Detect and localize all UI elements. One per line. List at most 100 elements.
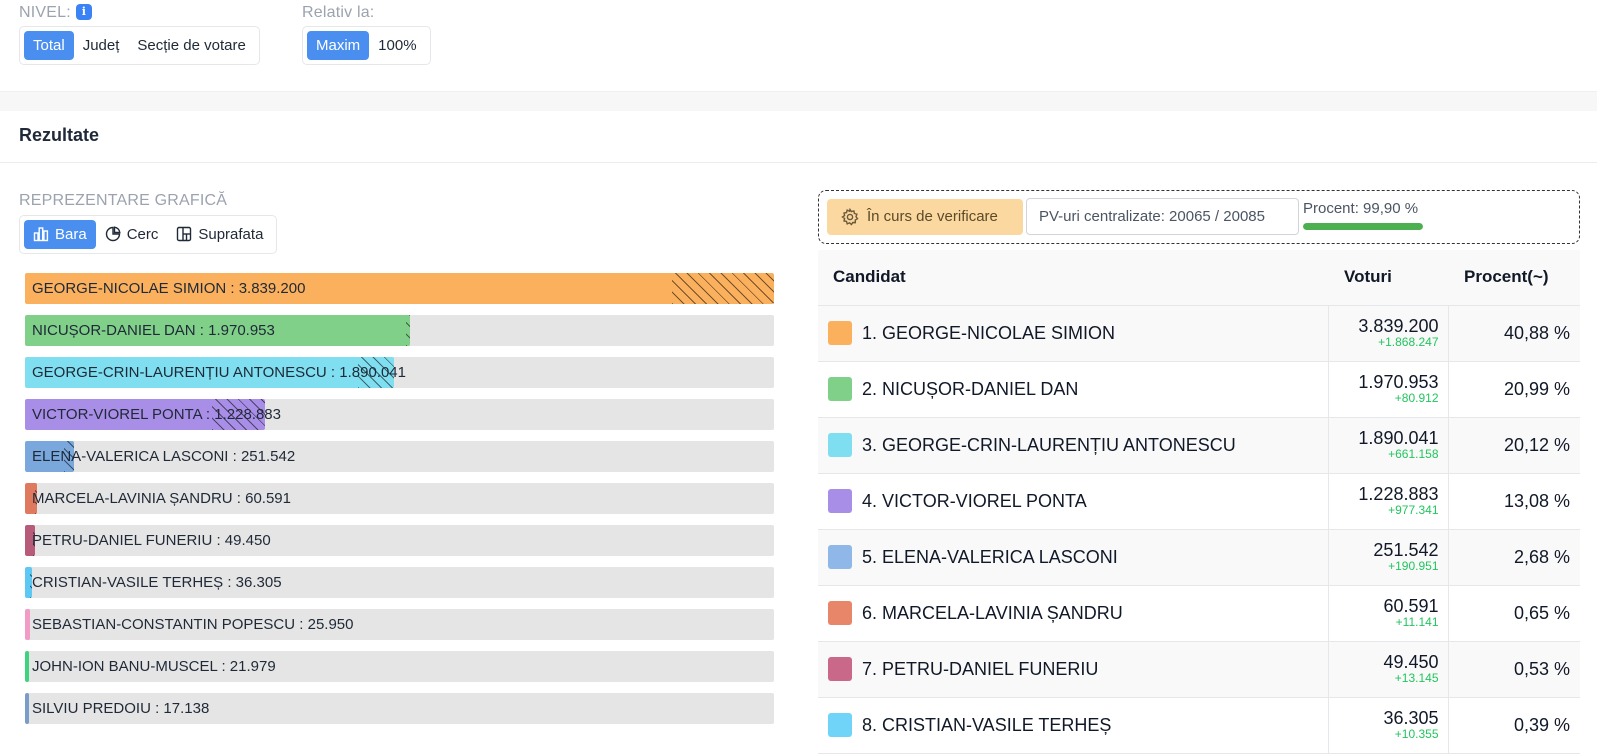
relativ-selector: Maxim 100% bbox=[302, 26, 431, 65]
votes-value: 1.890.041 bbox=[1358, 428, 1439, 449]
candidate-name: 5. ELENA-VALERICA LASCONI bbox=[862, 547, 1118, 567]
graph-option-suprafata[interactable]: Suprafata bbox=[167, 220, 272, 249]
header-procent[interactable]: Procent(~) bbox=[1448, 250, 1580, 306]
percent-label: Procent: 99,90 % bbox=[1303, 200, 1419, 217]
votes-cell: 1.228.883 +977.341 bbox=[1327, 473, 1448, 530]
candidate-name: 4. VICTOR-VIOREL PONTA bbox=[862, 491, 1087, 511]
table-row[interactable]: 8. CRISTIAN-VASILE TERHEȘ 36.305 +10.355 0,… bbox=[818, 697, 1580, 754]
votes-value: 1.228.883 bbox=[1358, 484, 1439, 505]
candidate-cell: 8. CRISTIAN-VASILE TERHEȘ bbox=[818, 697, 1328, 754]
table-row[interactable]: 5. ELENA-VALERICA LASCONI 251.542 +190.951… bbox=[818, 529, 1580, 586]
candidate-cell: 4. VICTOR-VIOREL PONTA bbox=[818, 473, 1328, 530]
votes-delta: +13.145 bbox=[1394, 671, 1439, 686]
percent-progress-fill bbox=[1303, 223, 1423, 230]
verification-text: În curs de verificare bbox=[867, 208, 998, 225]
candidate-cell: 2. NICUȘOR-DANIEL DAN bbox=[818, 361, 1328, 418]
bar-label: GEORGE-NICOLAE SIMION : 3.839.200 bbox=[32, 280, 306, 297]
table-row[interactable]: 4. VICTOR-VIOREL PONTA 1.228.883 +977.341 1… bbox=[818, 473, 1580, 530]
results-table: Candidat Voturi Procent(~) 1. GEORGE-NIC… bbox=[818, 250, 1580, 754]
bar-row[interactable]: NICUȘOR-DANIEL DAN : 1.970.953 bbox=[25, 315, 774, 346]
bar-delta-hatch bbox=[672, 273, 774, 304]
status-panel: În curs de verificare PV-uri centralizat… bbox=[818, 190, 1580, 244]
candidate-name: 8. CRISTIAN-VASILE TERHEȘ bbox=[862, 715, 1112, 735]
votes-delta: +977.341 bbox=[1388, 503, 1439, 518]
results-table-body: 1. GEORGE-NICOLAE SIMION 3.839.200 +1.868.… bbox=[818, 305, 1580, 754]
nivel-option-judet[interactable]: Județ bbox=[74, 31, 129, 60]
gear-icon bbox=[841, 208, 859, 226]
bar-row[interactable]: JOHN-ION BANU-MUSCEL : 21.979 bbox=[25, 651, 774, 682]
candidate-cell: 1. GEORGE-NICOLAE SIMION bbox=[818, 305, 1328, 362]
bar-label: CRISTIAN-VASILE TERHEȘ : 36.305 bbox=[32, 574, 282, 591]
votes-value: 36.305 bbox=[1383, 708, 1439, 729]
relativ-option-100[interactable]: 100% bbox=[369, 31, 425, 60]
bar-row[interactable]: ELENA-VALERICA LASCONI : 251.542 bbox=[25, 441, 774, 472]
table-row[interactable]: 7. PETRU-DANIEL FUNERIU 49.450 +13.145 0,53… bbox=[818, 641, 1580, 698]
candidate-name: 1. GEORGE-NICOLAE SIMION bbox=[862, 323, 1116, 343]
table-row[interactable]: 2. NICUȘOR-DANIEL DAN 1.970.953 +80.912 20,… bbox=[818, 361, 1580, 418]
percent-cell: 2,68 % bbox=[1447, 529, 1580, 586]
candidate-color-swatch bbox=[828, 657, 852, 681]
percent-cell: 13,08 % bbox=[1447, 473, 1580, 530]
nivel-option-total[interactable]: Total bbox=[24, 31, 74, 60]
header-candidat[interactable]: Candidat bbox=[818, 250, 1328, 306]
votes-value: 1.970.953 bbox=[1358, 372, 1439, 393]
bar-label: JOHN-ION BANU-MUSCEL : 21.979 bbox=[32, 658, 276, 675]
candidate-cell: 7. PETRU-DANIEL FUNERIU bbox=[818, 641, 1328, 698]
bar-delta-hatch bbox=[406, 315, 410, 346]
bar-row[interactable]: SILVIU PREDOIU : 17.138 bbox=[25, 693, 774, 724]
votes-value: 60.591 bbox=[1383, 596, 1439, 617]
bar-label: ELENA-VALERICA LASCONI : 251.542 bbox=[32, 448, 296, 465]
candidate-color-swatch bbox=[828, 433, 852, 457]
graph-label: REPREZENTARE GRAFICĂ bbox=[19, 192, 228, 209]
pie-chart-icon bbox=[105, 226, 121, 242]
candidate-name: 7. PETRU-DANIEL FUNERIU bbox=[862, 659, 1099, 679]
bar-row[interactable]: CRISTIAN-VASILE TERHEȘ : 36.305 bbox=[25, 567, 774, 598]
results-header: Rezultate bbox=[0, 111, 1597, 163]
votes-cell: 49.450 +13.145 bbox=[1327, 641, 1448, 698]
graph-option-bara-label: Bara bbox=[55, 226, 87, 243]
bar-label: MARCELA-LAVINIA ȘANDRU : 60.591 bbox=[32, 490, 291, 507]
bar-row[interactable]: SEBASTIAN-CONSTANTIN POPESCU : 25.950 bbox=[25, 609, 774, 640]
candidate-color-swatch bbox=[828, 545, 852, 569]
pv-counter: PV-uri centralizate: 20065 / 20085 bbox=[1026, 198, 1299, 235]
graph-option-cerc[interactable]: Cerc bbox=[96, 220, 168, 249]
bar-row[interactable]: PETRU-DANIEL FUNERIU : 49.450 bbox=[25, 525, 774, 556]
candidate-color-swatch bbox=[828, 489, 852, 513]
candidate-color-swatch bbox=[828, 713, 852, 737]
percent-cell: 0,39 % bbox=[1447, 697, 1580, 754]
nivel-label: NIVEL: i bbox=[19, 4, 92, 22]
candidate-name: 3. GEORGE-CRIN-LAURENȚIU ANTONESCU bbox=[862, 435, 1236, 455]
votes-cell: 1.890.041 +661.158 bbox=[1327, 417, 1448, 474]
bar-row[interactable]: GEORGE-CRIN-LAURENȚIU ANTONESCU : 1.890.… bbox=[25, 357, 774, 388]
votes-value: 49.450 bbox=[1383, 652, 1439, 673]
filter-panel: NIVEL: i Total Județ Secție de votare Rel… bbox=[0, 0, 1597, 91]
bar-row[interactable]: GEORGE-NICOLAE SIMION : 3.839.200 bbox=[25, 273, 774, 304]
header-voturi[interactable]: Voturi bbox=[1328, 250, 1448, 306]
bar-chart-icon bbox=[33, 227, 49, 242]
candidate-name: 6. MARCELA-LAVINIA ȘANDRU bbox=[862, 603, 1123, 623]
bar-label: SILVIU PREDOIU : 17.138 bbox=[32, 700, 210, 717]
treemap-icon bbox=[177, 226, 192, 242]
percent-cell: 40,88 % bbox=[1447, 305, 1580, 362]
relativ-option-maxim[interactable]: Maxim bbox=[307, 31, 370, 60]
graph-option-bara[interactable]: Bara bbox=[24, 220, 96, 249]
percent-progress-track bbox=[1303, 223, 1423, 230]
votes-cell: 251.542 +190.951 bbox=[1327, 529, 1448, 586]
votes-delta: +1.868.247 bbox=[1378, 335, 1439, 350]
candidate-name: 2. NICUȘOR-DANIEL DAN bbox=[862, 379, 1079, 399]
table-row[interactable]: 3. GEORGE-CRIN-LAURENȚIU ANTONESCU 1.890.… bbox=[818, 417, 1580, 474]
table-row[interactable]: 6. MARCELA-LAVINIA ȘANDRU 60.591 +11.141 0,… bbox=[818, 585, 1580, 642]
nivel-selector: Total Județ Secție de votare bbox=[19, 26, 260, 65]
bar-label: NICUȘOR-DANIEL DAN : 1.970.953 bbox=[32, 322, 275, 339]
votes-value: 3.839.200 bbox=[1358, 316, 1439, 337]
table-row[interactable]: 1. GEORGE-NICOLAE SIMION 3.839.200 +1.868.… bbox=[818, 305, 1580, 362]
table-header-row: Candidat Voturi Procent(~) bbox=[818, 250, 1580, 306]
bar-chart: GEORGE-NICOLAE SIMION : 3.839.200 NICUȘOR… bbox=[25, 273, 774, 735]
candidate-cell: 6. MARCELA-LAVINIA ȘANDRU bbox=[818, 585, 1328, 642]
nivel-option-sectie[interactable]: Secție de votare bbox=[128, 31, 254, 60]
bar-row[interactable]: MARCELA-LAVINIA ȘANDRU : 60.591 bbox=[25, 483, 774, 514]
info-icon[interactable]: i bbox=[75, 4, 92, 20]
bar-row[interactable]: VICTOR-VIOREL PONTA : 1.228.883 bbox=[25, 399, 774, 430]
relativ-label: Relativ la: bbox=[302, 4, 375, 21]
percent-cell: 0,65 % bbox=[1447, 585, 1580, 642]
